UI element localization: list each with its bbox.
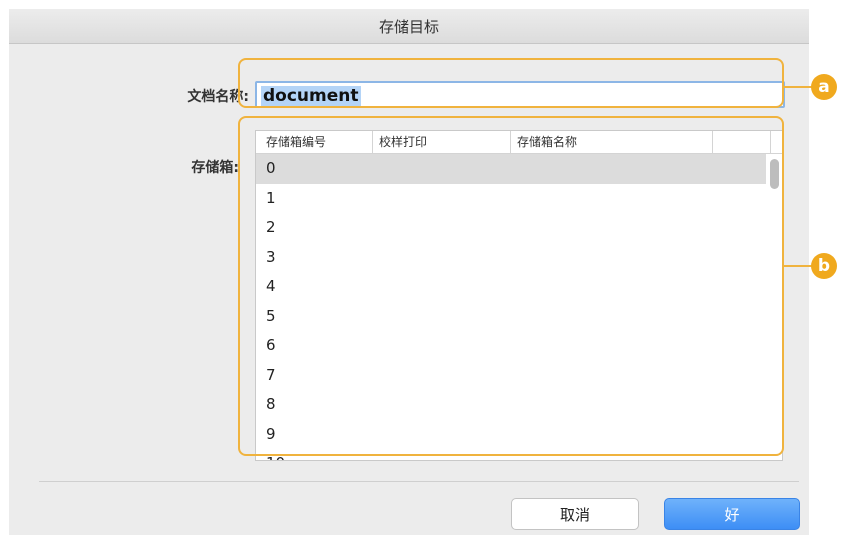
callout-line-b: [784, 265, 812, 267]
divider: [39, 481, 799, 482]
callout-frame-b: [238, 116, 784, 456]
cancel-button[interactable]: 取消: [511, 498, 639, 530]
ok-button[interactable]: 好: [664, 498, 800, 530]
callout-badge-b: b: [811, 253, 837, 279]
document-name-label: 文档名称:: [187, 89, 249, 105]
callout-frame-a: [238, 58, 784, 108]
callout-line-a: [784, 86, 812, 88]
dialog-title: 存储目标: [9, 9, 809, 44]
storage-box-label: 存储箱:: [191, 160, 239, 176]
callout-badge-a: a: [811, 74, 837, 100]
